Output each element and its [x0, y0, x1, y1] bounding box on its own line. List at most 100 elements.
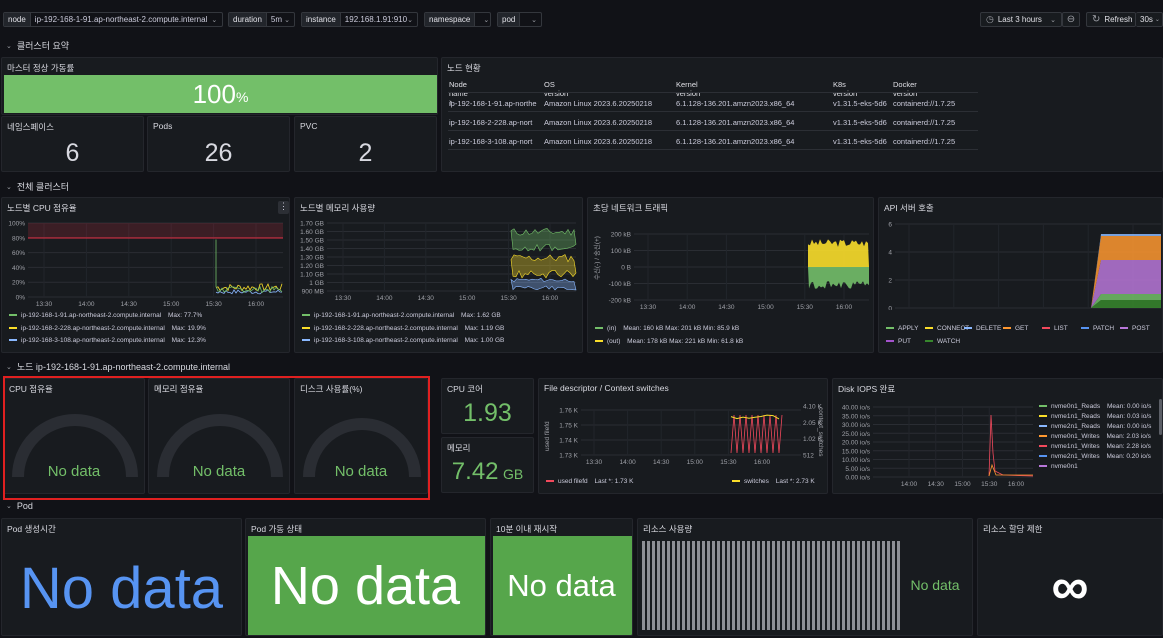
- legend-item[interactable]: ip-192-168-3-108.ap-northeast-2.compute.…: [302, 337, 504, 344]
- legend-label: POST: [1132, 325, 1150, 332]
- table-cell: containerd://1.7.25: [893, 137, 956, 146]
- var-namespace[interactable]: namespace ⌄: [424, 12, 491, 27]
- fd-axis: 1.76 K 1.75 K 1.74 K 1.73 K 13:30 14:00 14:30 1…: [559, 404, 822, 467]
- x-tick-label: 13:30: [335, 295, 352, 302]
- legend-swatch: [1039, 445, 1047, 448]
- row-node[interactable]: ⌄ 노드 ip-192-168-1-91.ap-northeast-2.comp…: [6, 360, 230, 373]
- column-header-docker-version[interactable]: Docker version: [893, 80, 917, 98]
- legend-item[interactable]: APPLY: [886, 325, 918, 332]
- chevron-down-icon: ⌄: [1154, 17, 1160, 23]
- legend-label: ip-192-168-2-228.ap-northeast-2.compute.…: [21, 324, 165, 332]
- api-chart: 642013:3014:0014:3015:0015:3016:00: [888, 222, 1161, 311]
- legend-item[interactable]: nvme0n1_Reads Mean: 0.00 io/s: [1039, 403, 1151, 410]
- legend-item[interactable]: (in) Mean: 160 kB Max: 201 kB Min: 85.9 …: [595, 325, 739, 332]
- legend-stat: Max: 1.62 GB: [459, 312, 501, 319]
- y-tick-label: -200 kB: [609, 298, 631, 305]
- table-cell: Amazon Linux 2023.6.20250218: [544, 99, 653, 108]
- var-duration[interactable]: duration 5m ⌄: [228, 12, 295, 27]
- namespace-panel: 네임스페이스 6: [1, 116, 144, 172]
- threshold-band: [28, 223, 283, 238]
- legend-label: PATCH: [1093, 325, 1115, 332]
- var-node-value: ip-192-168-1-91.ap-northeast-2.compute.i…: [34, 15, 208, 24]
- column-header-kernel-version[interactable]: Kernel version: [676, 80, 700, 98]
- y-tick-label: 0.00 io/s: [845, 475, 870, 482]
- legend-item[interactable]: PATCH: [1081, 325, 1114, 332]
- legend-label: switches: [744, 478, 769, 485]
- namespace-value: 6: [65, 139, 80, 167]
- cpu-usage-panel: 노드별 CPU 점유율 ⋮ 100% 80% 60% 40% 20% 0% 13:30 14:…: [1, 197, 290, 353]
- legend-item[interactable]: LIST: [1042, 325, 1068, 332]
- legend-stat: Mean: 0.03 io/s: [1105, 413, 1152, 420]
- x-tick-label: 15:00: [687, 459, 704, 466]
- legend-item[interactable]: nvme0n1: [1039, 463, 1078, 470]
- legend-label: nvme0n1: [1051, 463, 1078, 470]
- x-tick-label: 15:30: [205, 301, 222, 308]
- row-all-cluster[interactable]: ⌄ 전체 클러스터: [6, 180, 69, 193]
- legend-swatch: [732, 480, 740, 483]
- fd-grid: [581, 409, 801, 456]
- y-tick-label-right: 512: [803, 453, 814, 460]
- legend-item[interactable]: nvme1n1_Writes Mean: 2.28 io/s: [1039, 443, 1151, 450]
- legend-item[interactable]: nvme2n1_Writes Mean: 0.20 io/s: [1039, 453, 1151, 460]
- legend-item[interactable]: POST: [1120, 325, 1150, 332]
- legend-item[interactable]: ip-192-168-2-228.ap-northeast-2.compute.…: [302, 325, 504, 332]
- legend-stat: Max: 77.7%: [166, 312, 203, 319]
- y-tick-label: 0: [888, 306, 892, 311]
- legend-item[interactable]: GET: [1003, 325, 1028, 332]
- legend-item[interactable]: used filefd Last *: 1.73 K: [546, 478, 633, 485]
- legend-item[interactable]: ip-192-168-1-91.ap-northeast-2.compute.i…: [9, 312, 202, 319]
- column-header-k8s-version[interactable]: K8s version: [833, 80, 857, 98]
- legend-item[interactable]: ip-192-168-3-108.ap-northeast-2.compute.…: [9, 337, 206, 344]
- legend-item[interactable]: ip-192-168-2-228.ap-northeast-2.compute.…: [9, 325, 206, 332]
- x-tick-label: 13:30: [640, 304, 657, 310]
- series-area-3: [510, 277, 577, 291]
- legend-label: LIST: [1054, 325, 1068, 332]
- y-tick-label: 25.00 io/s: [842, 431, 871, 438]
- var-instance[interactable]: instance 192.168.1.91:9100 ⌄: [301, 12, 418, 27]
- time-range-label: Last 3 hours: [997, 15, 1042, 24]
- panel-title: 리소스 사용량: [643, 524, 693, 534]
- y-tick-label: 1.10 GB: [300, 272, 324, 279]
- y-tick-label: 20%: [12, 280, 25, 287]
- row-cluster-summary[interactable]: ⌄ 클러스터 요약: [6, 39, 69, 52]
- x-tick-label: 16:00: [754, 459, 771, 466]
- legend-item[interactable]: nvme0n1_Writes Mean: 2.03 io/s: [1039, 433, 1151, 440]
- legend-label: nvme1n1_Reads: [1051, 413, 1101, 420]
- legend-stat: Max: 19.9%: [169, 324, 206, 332]
- net-ylabel: 수신(-) / 송신(+): [592, 236, 601, 280]
- time-range-picker[interactable]: ◷ Last 3 hours ⌄: [980, 12, 1062, 27]
- legend-item[interactable]: WATCH: [925, 338, 960, 345]
- legend-label: GET: [1015, 325, 1029, 332]
- legend-item[interactable]: ip-192-168-1-91.ap-northeast-2.compute.i…: [302, 312, 501, 319]
- column-header-os-version[interactable]: OS version: [544, 80, 568, 98]
- legend-swatch: [595, 339, 603, 342]
- var-node[interactable]: node ip-192-168-1-91.ap-northeast-2.comp…: [3, 12, 223, 27]
- legend-item[interactable]: nvme2n1_Reads Mean: 0.00 io/s: [1039, 423, 1151, 430]
- row-pod[interactable]: ⌄ Pod: [6, 501, 33, 511]
- y-tick-label: 1 GB: [309, 280, 324, 287]
- legend-scrollbar[interactable]: [1159, 399, 1162, 435]
- chevron-down-icon: ⌄: [211, 16, 218, 24]
- cpu-chart: 100% 80% 60% 40% 20% 0% 13:30 14:00 14:30 15:00 15…: [8, 221, 283, 308]
- var-node-label: node: [4, 13, 31, 26]
- zoom-out-button[interactable]: ⊖: [1062, 12, 1080, 27]
- panel-title: Pod 가동 상태: [251, 524, 303, 534]
- legend-item[interactable]: CONNECT: [925, 325, 969, 332]
- var-instance-label: instance: [302, 13, 341, 26]
- legend-item[interactable]: DELETE: [964, 325, 1001, 332]
- y-tick-label: 100 kB: [611, 248, 631, 255]
- refresh-button[interactable]: ↻ Refresh: [1086, 12, 1136, 27]
- fd-chart: used filefd context_switches 1.76 K 1.75 …: [544, 404, 824, 467]
- api-series: [1091, 234, 1161, 308]
- legend-item[interactable]: nvme1n1_Reads Mean: 0.03 io/s: [1039, 413, 1151, 420]
- refresh-interval-picker[interactable]: 30s ⌄: [1136, 12, 1163, 27]
- legend-label: nvme2n1_Reads: [1051, 423, 1101, 430]
- net-series: [808, 239, 869, 289]
- pods-panel: Pods 26: [147, 116, 290, 172]
- iops-chart: 40.00 io/s35.00 io/s 30.00 io/s 25.00 io/s…: [842, 405, 1034, 488]
- legend-item[interactable]: (out) Mean: 178 kB Max: 221 kB Min: 61.8…: [595, 338, 743, 345]
- panel-menu-button[interactable]: ⋮: [278, 201, 289, 214]
- legend-item[interactable]: switches Last *: 2.73 K: [732, 478, 815, 485]
- legend-item[interactable]: PUT: [886, 338, 911, 345]
- var-pod[interactable]: pod ⌄: [497, 12, 542, 27]
